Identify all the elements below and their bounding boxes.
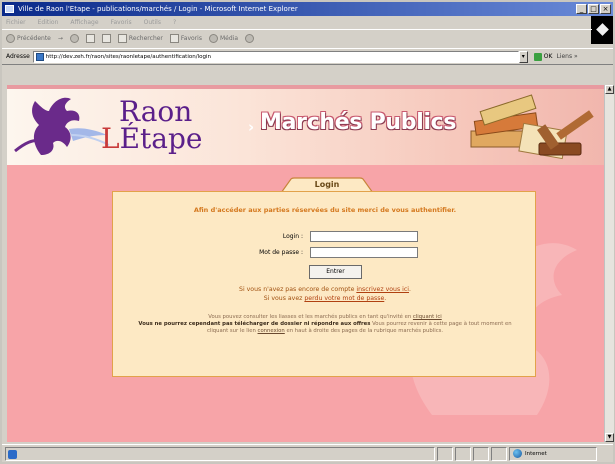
- password-input[interactable]: [310, 247, 418, 258]
- guest-info-line-1: Vous pouvez consulter les liasses et les…: [208, 314, 412, 320]
- no-account-text: Si vous n'avez pas encore de compte: [239, 286, 355, 293]
- address-url: http://dev.zeh.fr/raon/sites/raonletape/…: [45, 53, 211, 60]
- status-bar: Internet: [2, 444, 613, 462]
- page-done-icon: [8, 449, 17, 459]
- window-controls: _ □ ×: [576, 4, 611, 14]
- search-icon: [117, 34, 127, 43]
- address-input[interactable]: http://dev.zeh.fr/raon/sites/raonletape/…: [32, 50, 519, 63]
- forward-button[interactable]: →: [58, 35, 63, 42]
- zone-label: Internet: [525, 450, 547, 457]
- register-link[interactable]: inscrivez vous ici: [356, 286, 409, 293]
- ie-app-icon: [5, 5, 14, 13]
- page-icon: [35, 52, 44, 61]
- login-input[interactable]: [310, 231, 418, 242]
- home-icon: [101, 34, 111, 43]
- menu-help[interactable]: ?: [173, 19, 176, 26]
- stop-icon: [69, 34, 79, 43]
- menu-tools[interactable]: Outils: [144, 19, 161, 26]
- media-button[interactable]: Média: [208, 34, 238, 43]
- window-title: Ville de Raon l'Etape - publications/mar…: [18, 5, 298, 13]
- lost-password-line: Si vous avez perdu votre mot de passe.: [113, 295, 537, 302]
- no-account-line: Si vous n'avez pas encore de compte insc…: [113, 286, 537, 293]
- refresh-button[interactable]: [85, 34, 95, 43]
- media-label: Média: [219, 35, 238, 42]
- menu-view[interactable]: Affichage: [70, 19, 98, 26]
- address-dropdown-button[interactable]: ▾: [518, 50, 528, 63]
- search-button[interactable]: Rechercher: [117, 34, 163, 43]
- star-icon: [169, 34, 179, 43]
- login-label: Login :: [282, 233, 303, 240]
- guest-info-line-4: en haut à droite des pages de la rubriqu…: [286, 328, 444, 335]
- stop-button[interactable]: [69, 34, 79, 43]
- go-button[interactable]: OK: [533, 52, 553, 61]
- menu-edit[interactable]: Edition: [38, 19, 59, 26]
- media-icon: [208, 34, 218, 43]
- guest-info-text: Vous pouvez consulter les liasses et les…: [137, 314, 513, 336]
- page-viewport: Raon LÉtape › Marchés Publics Login Afin…: [7, 85, 604, 442]
- section-arrow-icon: ›: [248, 118, 255, 136]
- site-banner: Raon LÉtape › Marchés Publics: [7, 85, 604, 165]
- status-main: [5, 446, 435, 461]
- guest-info-warning: Vous ne pourrez cependant pas télécharge…: [138, 321, 371, 328]
- windows-logo-icon: [596, 23, 609, 36]
- favorites-button[interactable]: Favoris: [169, 34, 202, 43]
- scroll-up-arrow-icon[interactable]: ▲: [605, 85, 614, 94]
- maximize-button[interactable]: □: [588, 4, 599, 14]
- scroll-down-arrow-icon[interactable]: ▼: [605, 433, 614, 442]
- guest-link[interactable]: cliquant ici: [413, 314, 442, 320]
- connexion-link[interactable]: connexion: [258, 328, 285, 334]
- books-gavel-icon: [470, 94, 594, 160]
- status-cell-1: [437, 446, 453, 461]
- search-label: Rechercher: [128, 35, 163, 42]
- address-label: Adresse: [6, 53, 30, 60]
- go-label: OK: [543, 53, 553, 60]
- lost-password-link[interactable]: perdu votre mot de passe: [304, 295, 384, 302]
- links-button[interactable]: Liens »: [556, 53, 577, 60]
- close-button[interactable]: ×: [600, 4, 611, 14]
- minimize-button[interactable]: _: [576, 4, 587, 14]
- lost-password-suffix: .: [384, 295, 387, 302]
- menu-file[interactable]: Fichier: [6, 19, 26, 26]
- title-bar: Ville de Raon l'Etape - publications/mar…: [2, 2, 613, 16]
- status-cell-4: [491, 446, 507, 461]
- brand-l: L: [101, 121, 120, 155]
- no-account-suffix: .: [408, 286, 411, 293]
- lost-password-text: Si vous avez: [263, 295, 303, 302]
- home-button[interactable]: [101, 34, 111, 43]
- password-row: Mot de passe :: [113, 247, 537, 259]
- forward-arrow-icon: →: [57, 35, 63, 42]
- gryphon-logo-icon: [14, 97, 110, 155]
- brand-etape: Étape: [119, 121, 203, 155]
- login-row: Login :: [113, 231, 537, 243]
- submit-button[interactable]: Entrer: [309, 265, 362, 279]
- brand-logo-text: Raon LÉtape: [101, 98, 202, 153]
- login-intro-text: Afin d'accéder aux parties réservées du …: [193, 206, 457, 214]
- section-title: Marchés Publics: [260, 110, 457, 135]
- login-tab-label: Login: [314, 180, 340, 189]
- browser-window: Ville de Raon l'Etape - publications/mar…: [0, 0, 615, 464]
- back-arrow-icon: [6, 34, 15, 43]
- menu-bar: Fichier Edition Affichage Favoris Outils…: [2, 16, 613, 29]
- menu-favorites[interactable]: Favoris: [111, 19, 132, 26]
- login-panel: Afin d'accéder aux parties réservées du …: [112, 191, 536, 377]
- favorites-label: Favoris: [180, 35, 202, 42]
- vertical-scrollbar[interactable]: ▲ ▼: [604, 85, 614, 442]
- standard-toolbar: Précédente → Rechercher Favoris Média: [2, 29, 592, 47]
- refresh-icon: [85, 34, 95, 43]
- security-zone: Internet: [509, 446, 597, 461]
- go-arrow-icon: [533, 52, 542, 61]
- status-cell-2: [455, 446, 471, 461]
- status-cell-3: [473, 446, 489, 461]
- address-bar: Adresse http://dev.zeh.fr/raon/sites/rao…: [2, 48, 613, 65]
- history-button[interactable]: [245, 34, 254, 43]
- history-icon: [245, 34, 254, 43]
- password-label: Mot de passe :: [259, 249, 303, 256]
- back-button[interactable]: Précédente: [6, 34, 51, 43]
- back-label: Précédente: [17, 35, 51, 42]
- windows-logo-throbber: [591, 16, 613, 44]
- globe-icon: [513, 449, 522, 458]
- brand-etape-line: LÉtape: [101, 124, 202, 153]
